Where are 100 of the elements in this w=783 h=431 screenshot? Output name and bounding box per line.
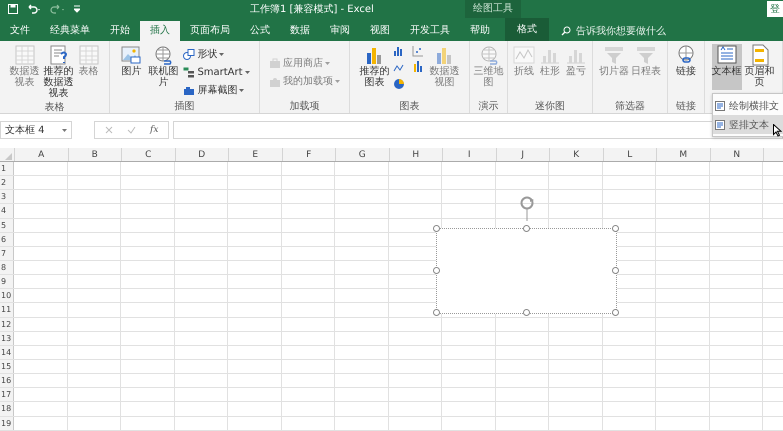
- row-header[interactable]: 18: [0, 402, 14, 416]
- text-box-icon: [715, 120, 725, 130]
- resize-handle[interactable]: [433, 267, 440, 274]
- column-header[interactable]: M: [656, 148, 710, 161]
- resize-handle[interactable]: [612, 267, 619, 274]
- ribbon-button[interactable]: 推荐的图表: [358, 44, 390, 94]
- row-header[interactable]: 12: [0, 318, 14, 331]
- ribbon-tab[interactable]: 审阅: [320, 21, 360, 41]
- filter-icon: [635, 44, 657, 66]
- customize-icon[interactable]: [74, 5, 80, 13]
- ribbon-button[interactable]: 屏幕截图: [183, 82, 250, 98]
- row-header[interactable]: 6: [0, 232, 14, 246]
- row-header[interactable]: 16: [0, 374, 14, 388]
- row-header[interactable]: 3: [0, 190, 14, 204]
- ribbon-tab[interactable]: 帮助: [460, 21, 500, 41]
- line-chart-icon: [393, 64, 403, 72]
- ribbon-tab[interactable]: 经典菜单: [40, 21, 100, 41]
- column-header[interactable]: G: [335, 148, 388, 161]
- ribbon-tab[interactable]: 视图: [360, 21, 400, 41]
- column-header[interactable]: F: [282, 148, 335, 161]
- resize-handle[interactable]: [522, 309, 530, 316]
- ribbon-button[interactable]: SmartArt: [183, 64, 250, 80]
- ribbon-tab[interactable]: 公式: [240, 21, 280, 41]
- ribbon-tab[interactable]: 数据: [280, 21, 320, 41]
- pie-chart-icon: [394, 79, 404, 89]
- ribbon-tab[interactable]: 文件: [0, 21, 40, 41]
- resize-handle[interactable]: [612, 225, 619, 232]
- resize-handle[interactable]: [433, 225, 440, 232]
- menu-item[interactable]: 竖排文本: [713, 115, 783, 134]
- row-header[interactable]: 11: [0, 303, 14, 317]
- ribbon-button[interactable]: 联机图片: [147, 44, 180, 100]
- ribbon-button[interactable]: 页眉和页: [744, 44, 776, 90]
- ribbon-button[interactable]: 推荐的数据透视表: [42, 44, 74, 101]
- caret-icon: [219, 52, 224, 56]
- group-label: 筛选器: [614, 100, 646, 113]
- resize-handle[interactable]: [433, 309, 440, 316]
- text-box-icon: [716, 44, 738, 66]
- filter-icon: [603, 44, 625, 66]
- ribbon-tab[interactable]: 开发工具: [400, 21, 460, 41]
- diagram-icon: [183, 66, 196, 78]
- insert-function-button[interactable]: fx: [150, 125, 158, 135]
- ribbon-button[interactable]: 形状: [183, 46, 250, 62]
- ribbon-tab[interactable]: 开始: [100, 21, 140, 41]
- column-header[interactable]: C: [121, 148, 174, 161]
- line-chart-icon: [513, 44, 535, 66]
- group-label: 加载项: [288, 100, 320, 113]
- group-label: 迷你图: [534, 100, 566, 113]
- ribbon-button[interactable]: 图片: [119, 44, 144, 100]
- row-header[interactable]: 4: [0, 204, 14, 218]
- caret-icon: [62, 128, 67, 132]
- check-icon[interactable]: [127, 126, 136, 134]
- column-header[interactable]: B: [68, 148, 121, 161]
- save-icon[interactable]: [8, 4, 18, 14]
- sign-in-button[interactable]: 登: [767, 1, 783, 17]
- search-field[interactable]: 告诉我你想要做什么: [561, 21, 666, 41]
- ribbon-button[interactable]: 链接: [674, 44, 698, 79]
- row-header[interactable]: 5: [0, 218, 14, 232]
- group-label: 图表: [398, 100, 420, 113]
- undo-icon[interactable]: [26, 4, 42, 14]
- rotate-handle[interactable]: [518, 195, 536, 221]
- row-header[interactable]: 1: [0, 162, 14, 176]
- row-header[interactable]: 8: [0, 260, 14, 274]
- column-chart-icon: [394, 47, 402, 56]
- row-header[interactable]: 7: [0, 246, 14, 260]
- row-header[interactable]: 9: [0, 275, 14, 288]
- caret-icon: [244, 70, 250, 74]
- row-header[interactable]: 14: [0, 346, 14, 359]
- column-header[interactable]: A: [14, 148, 68, 161]
- row-header[interactable]: 19: [0, 416, 14, 430]
- column-header[interactable]: L: [602, 148, 656, 161]
- search-icon: [561, 26, 571, 36]
- group-label: 链接: [675, 100, 697, 113]
- group-label: 演示: [478, 100, 500, 113]
- row-header[interactable]: 2: [0, 176, 14, 190]
- menu-item[interactable]: 绘制横排文: [713, 96, 783, 115]
- column-header[interactable]: J: [496, 148, 549, 161]
- ribbon-tab[interactable]: 页面布局: [180, 21, 240, 41]
- column-header[interactable]: K: [549, 148, 602, 161]
- name-box[interactable]: 文本框 4: [0, 121, 72, 139]
- row-header[interactable]: 17: [0, 388, 14, 402]
- caret-icon: [335, 80, 340, 82]
- table-icon: [14, 44, 36, 66]
- column-header[interactable]: D: [174, 148, 228, 161]
- row-header[interactable]: 13: [0, 332, 14, 345]
- column-header[interactable]: I: [442, 148, 496, 161]
- resize-handle[interactable]: [612, 309, 619, 316]
- resize-handle[interactable]: [522, 225, 530, 232]
- row-header[interactable]: 15: [0, 360, 14, 374]
- column-header[interactable]: H: [388, 148, 442, 161]
- document-icon: [48, 44, 70, 66]
- bar-chart-icon: [414, 61, 422, 72]
- redo-icon[interactable]: [50, 4, 66, 14]
- window-title: 工作簿1 [兼容模式] - Excel: [250, 2, 374, 16]
- ribbon-button[interactable]: 文本框: [712, 44, 742, 90]
- ribbon-tab[interactable]: 格式: [505, 18, 549, 41]
- column-header[interactable]: N: [710, 148, 763, 161]
- cancel-icon[interactable]: [105, 126, 113, 134]
- ribbon-tab[interactable]: 插入: [140, 21, 180, 41]
- column-header[interactable]: E: [228, 148, 282, 161]
- row-header[interactable]: 10: [0, 289, 14, 302]
